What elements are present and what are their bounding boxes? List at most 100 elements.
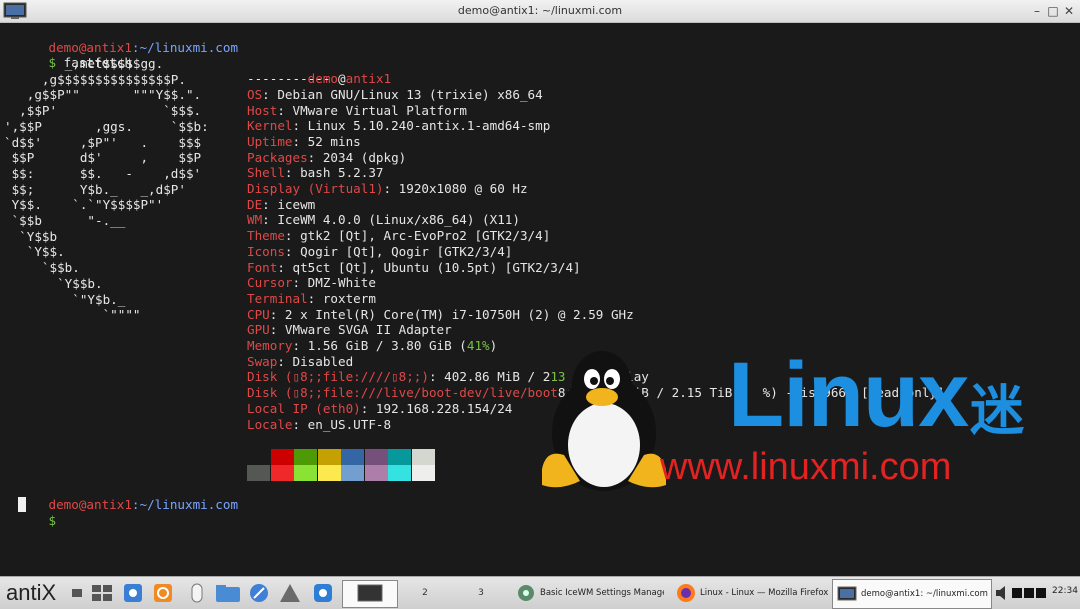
info-key: Font (247, 259, 278, 275)
logo-line: `$$b. (4, 260, 80, 276)
prompt-user-2: demo@antix1 (48, 496, 132, 512)
control-panel-icon[interactable] (122, 582, 144, 604)
prompt-path-2: :~/linuxmi.com (131, 496, 239, 512)
prompt-line-3: $ (3, 497, 57, 544)
task-label: Basic IceWM Settings Manager (540, 588, 664, 598)
info-row: Terminal: roxterm (247, 291, 376, 307)
tray-cpu-icon[interactable] (1024, 588, 1034, 598)
info-row: Locale: en_US.UTF-8 (247, 417, 391, 433)
info-key: Host (247, 102, 278, 118)
logo-line: ,$$P' `$$$. (4, 103, 202, 119)
info-value: : VMware Virtual Platform (277, 102, 467, 118)
tray-monitor-icon[interactable] (1012, 588, 1022, 598)
info-row: DE: icewm (247, 197, 315, 213)
color-swatch (317, 449, 341, 465)
info-key: CPU (247, 306, 270, 322)
info-row: Font: qt5ct [Qt], Ubuntu (10.5pt) [GTK2/… (247, 260, 581, 276)
info-value: : IceWM 4.0.0 (Linux/x86_64) (X11) (262, 212, 520, 228)
clock[interactable]: 22:34 (1052, 586, 1078, 596)
info-value: : gtk2 [Qt], Arc-EvoPro2 [GTK2/3/4] (284, 228, 551, 244)
watermark-brand: Linux (728, 344, 969, 446)
info-key: Disk (▯8;;file:////▯8;;) (247, 369, 429, 385)
maximize-button[interactable]: □ (1045, 3, 1061, 19)
info-key: WM (247, 212, 263, 228)
color-swatch (270, 449, 294, 465)
color-swatch (388, 465, 411, 481)
info-row: Host: VMware Virtual Platform (247, 103, 467, 119)
title-bar[interactable]: demo@antix1: ~/linuxmi.com – □ ✕ (0, 0, 1080, 23)
close-button[interactable]: ✕ (1061, 3, 1077, 19)
file-manager-icon[interactable] (215, 582, 241, 604)
color-swatch (294, 449, 317, 465)
info-value: : Qogir [Qt], Qogir [GTK2/3/4] (284, 243, 513, 259)
prompt-path: :~/linuxmi.com (131, 39, 239, 55)
workspace-3-label: 3 (478, 588, 484, 598)
show-desktop-icon[interactable] (70, 582, 84, 604)
color-swatch (270, 465, 294, 481)
info-value: : Disabled (277, 353, 354, 369)
color-swatch (388, 449, 411, 465)
mouse-icon[interactable] (186, 582, 208, 604)
task-label: Linux - Linux — Mozilla Firefox (700, 588, 828, 598)
info-value: : DMZ-White (292, 275, 376, 291)
logo-line: $$: $$. - ,d$$' (4, 165, 202, 181)
start-menu-button[interactable]: antiX (6, 580, 56, 606)
watermark-brand-cn: 迷 (970, 379, 1024, 442)
logo-line: $$; Y$b._ _,d$P' (4, 181, 186, 197)
info-key: Shell (247, 165, 285, 181)
info-value: : 1.56 GiB / 3.80 GiB ( (292, 338, 467, 353)
info-value: : 192.168.228.154/24 (360, 400, 513, 416)
workspace-1-button[interactable]: 1 (342, 580, 398, 608)
info-value: : 52 mins (292, 133, 361, 149)
tray-network-icon[interactable] (1036, 588, 1046, 598)
task-settings-manager[interactable]: Basic IceWM Settings Manager (512, 579, 664, 607)
task-firefox[interactable]: Linux - Linux — Mozilla Firefox (672, 579, 828, 607)
info-key: Packages (247, 149, 308, 165)
prompt-dollar-2: $ (48, 512, 57, 528)
color-swatch (317, 465, 341, 481)
info-key: Local IP (eth0) (247, 400, 361, 416)
color-swatch (411, 465, 435, 481)
minimize-button[interactable]: – (1029, 3, 1045, 19)
info-key: Theme (247, 228, 285, 244)
logo-line: `$$b "-.__ (4, 213, 126, 228)
info-value: : VMware SVGA II Adapter (269, 322, 452, 338)
info-row: Memory: 1.56 GiB / 3.80 GiB (41%) (247, 338, 497, 354)
task-terminal[interactable]: demo@antix1: ~/linuxmi.com (832, 579, 992, 609)
terminal-window: demo@antix1: ~/linuxmi.com – □ ✕ demo@an… (0, 0, 1080, 576)
info-key: Kernel (247, 118, 293, 134)
task-label: demo@antix1: ~/linuxmi.com (861, 589, 988, 599)
info-separator: ----------- (247, 71, 331, 87)
network-icon[interactable] (312, 582, 334, 604)
disk-manager-icon[interactable] (279, 582, 301, 604)
info-row: Packages: 2034 (dpkg) (247, 150, 406, 166)
firefox-icon (677, 584, 695, 602)
info-at: @ (338, 71, 346, 87)
info-row: Theme: gtk2 [Qt], Arc-EvoPro2 [GTK2/3/4] (247, 228, 550, 244)
info-value: : icewm (262, 196, 316, 212)
logo-line: $$P d$' , $$P (4, 150, 202, 166)
info-key: Disk (▯8;;file:///live/boot-dev/live/boo… (247, 385, 558, 401)
info-value: : bash 5.2.37 (284, 165, 384, 181)
logo-line: ,g$$P"" """Y$$.". (4, 87, 202, 103)
logo-line: Y$$. `.`"Y$$$$P"' (4, 197, 164, 213)
workspace-3-button[interactable]: 3 (454, 580, 508, 606)
window-list-icon[interactable] (91, 582, 113, 604)
color-swatch (411, 449, 435, 465)
color-swatch (247, 449, 270, 465)
info-row: Display (Virtual1): 1920x1080 @ 60 Hz (247, 181, 528, 197)
info-value: : Linux 5.10.240-antix.1-amd64-smp (292, 118, 551, 134)
info-key: Uptime (247, 133, 293, 149)
color-swatch (247, 465, 270, 481)
info-row: Swap: Disabled (247, 354, 353, 370)
info-row: Cursor: DMZ-White (247, 275, 376, 291)
workspace-2-button[interactable]: 2 (398, 580, 452, 606)
updater-icon[interactable] (152, 582, 174, 604)
info-row: Local IP (eth0): 192.168.228.154/24 (247, 401, 512, 417)
info-tail: ) (489, 338, 498, 353)
tux-penguin-icon (542, 351, 666, 491)
logo-line: ,g$$$$$$$$$$$$$$$P. (4, 71, 186, 87)
web-browser-icon[interactable] (248, 582, 270, 604)
volume-icon[interactable] (994, 582, 1010, 604)
info-row: GPU: VMware SVGA II Adapter (247, 322, 452, 338)
